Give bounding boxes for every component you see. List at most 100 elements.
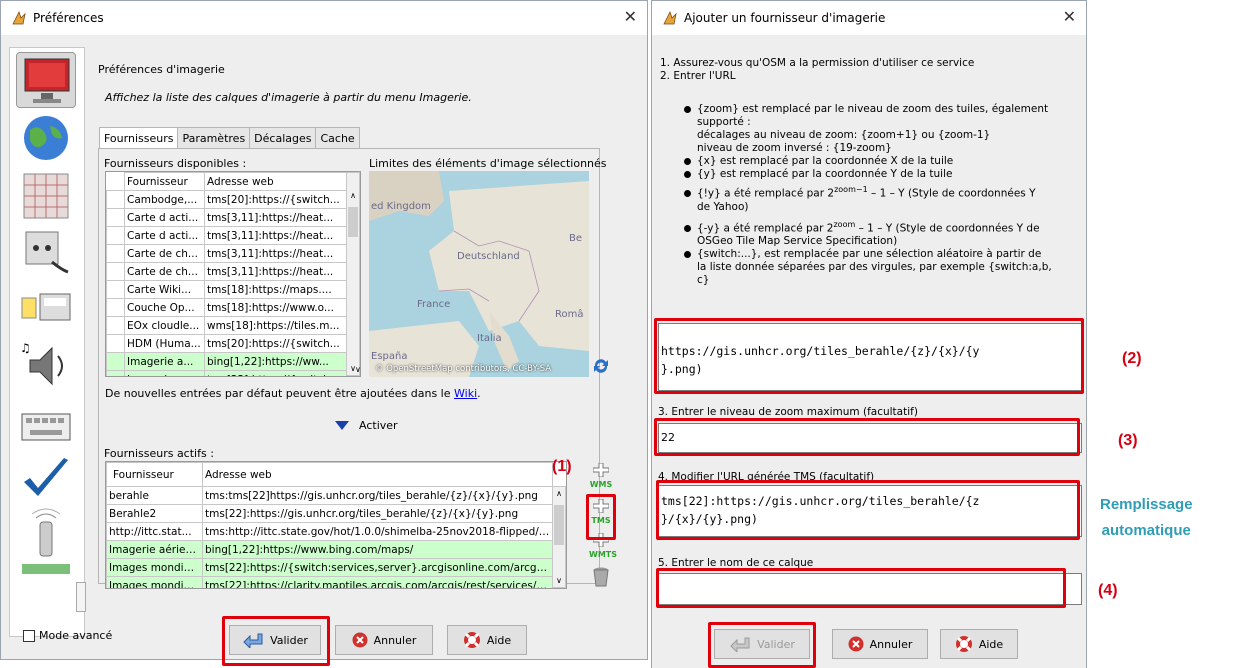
provider-url-cell[interactable]: bing[1,22]:https://ww...: [204, 352, 349, 371]
provider-url-cell[interactable]: tms[3,11]:https://heat...: [204, 262, 349, 281]
wiki-link[interactable]: Wiki: [454, 387, 477, 400]
provider-url-cell[interactable]: tms[3,11]:https://heat...: [204, 208, 349, 227]
help-button[interactable]: Aide: [447, 625, 527, 655]
josm-app-icon: [11, 10, 27, 26]
table-row[interactable]: Carte d acti... tms[3,11]:https://heat...: [106, 208, 349, 227]
provider-name-cell[interactable]: Carte de ch...: [124, 244, 205, 263]
tab-decalages[interactable]: Décalages: [249, 127, 317, 149]
table-row[interactable]: Images mondial... tms[22]:https://clarity…: [106, 576, 553, 588]
provider-name-cell[interactable]: HDM (Huma...: [124, 334, 205, 353]
provider-url-cell[interactable]: tms[22]:https://clarity.maptiles.arcgis.…: [202, 576, 553, 588]
table-row[interactable]: HDM (Huma... tms[20]:https://{switch...: [106, 334, 349, 353]
display-prefs-icon[interactable]: [16, 52, 76, 108]
close-icon[interactable]: ✕: [1063, 7, 1076, 26]
table-row[interactable]: Carte de ch... tms[3,11]:https://heat...: [106, 262, 349, 281]
table-row[interactable]: Cambodge,... tms[20]:https://{switch...: [106, 190, 349, 209]
provider-url-cell[interactable]: wms[18]:https://tiles.m...: [204, 316, 349, 335]
column-header[interactable]: Adresse web: [204, 172, 349, 191]
shortcuts-icon[interactable]: [16, 280, 76, 336]
map-attribution[interactable]: © OpenStreetMap contributors, CC-BY-SA: [375, 364, 551, 374]
svg-text:♫: ♫: [20, 341, 31, 355]
provider-url-cell[interactable]: tms[22]:https://gis.unhcr.org/tiles_bera…: [202, 504, 553, 523]
activate-button[interactable]: Activer: [335, 419, 398, 432]
table-row[interactable]: EOx cloudle... wms[18]:https://tiles.m...: [106, 316, 349, 335]
tab-fournisseurs[interactable]: Fournisseurs: [99, 127, 179, 149]
sidebar-scroll-spinner[interactable]: [76, 582, 86, 612]
annotation-box-dialog-ok: [708, 622, 816, 668]
provider-url-cell[interactable]: tms[18]:https://maps....: [204, 280, 349, 299]
provider-name-cell[interactable]: Berahle2: [106, 504, 203, 523]
cancel-button[interactable]: Annuler: [832, 629, 928, 659]
available-table-scrollbar[interactable]: ∧ ∨: [346, 172, 360, 376]
tab-cache[interactable]: Cache: [315, 127, 360, 149]
table-row[interactable]: Imagerie a... bing[1,22]:https://ww...: [106, 352, 349, 371]
provider-url-cell[interactable]: tms[18]:https://www.o...: [204, 298, 349, 317]
terrain-icon[interactable]: [16, 560, 76, 578]
tab-parametres[interactable]: Paramètres: [177, 127, 251, 149]
provider-name-cell[interactable]: Carte d acti...: [124, 208, 205, 227]
prefs-title: Préférences: [33, 11, 104, 25]
provider-name-cell[interactable]: Cambodge,...: [124, 190, 205, 209]
bullet-yahoo: {!y} a été remplacé par 2zoom−1 – 1 – Y …: [684, 183, 1084, 201]
provider-name-cell[interactable]: Images mondial...: [106, 558, 203, 577]
provider-name-cell[interactable]: Imagerie a...: [124, 352, 205, 371]
table-row[interactable]: Imagerie aérien... bing[1,22]:https://www…: [106, 540, 553, 559]
column-header[interactable]: Fournisseur: [106, 462, 203, 487]
provider-url-cell[interactable]: tms[20]:https://{switch...: [204, 334, 349, 353]
close-icon[interactable]: ✕: [624, 7, 637, 26]
add-wms-button[interactable]: WMS: [589, 462, 613, 493]
refresh-icon[interactable]: [592, 357, 610, 378]
table-row[interactable]: Carte Wiki... tms[18]:https://maps....: [106, 280, 349, 299]
table-row[interactable]: Couche Op... tms[18]:https://www.o...: [106, 298, 349, 317]
audio-icon[interactable]: ♫: [16, 338, 76, 394]
table-row[interactable]: berahle tms:tms[22]https://gis.unhcr.org/…: [106, 486, 553, 505]
provider-url-cell[interactable]: tms:http://ittc.state.gov/hot/1.0.0/shim…: [202, 522, 553, 541]
provider-name-cell[interactable]: EOx cloudle...: [124, 316, 205, 335]
checkbox-box[interactable]: [23, 629, 35, 642]
wiki-note: De nouvelles entrées par défaut peuvent …: [105, 387, 481, 400]
provider-name-cell[interactable]: Carte d acti...: [124, 226, 205, 245]
provider-name-cell[interactable]: Couche Op...: [124, 298, 205, 317]
plug-icon[interactable]: [16, 224, 76, 280]
provider-url-cell[interactable]: tms[22]:https://{switch...: [204, 370, 349, 376]
table-row[interactable]: Imagerie m...tms[22]:https://{switch...: [106, 370, 349, 376]
table-row[interactable]: Carte de ch... tms[3,11]:https://heat...: [106, 244, 349, 263]
remote-control-icon[interactable]: [16, 508, 76, 564]
cancel-button[interactable]: Annuler: [335, 625, 433, 655]
provider-name-cell[interactable]: Images mondial...: [106, 576, 203, 588]
provider-name-cell[interactable]: Imagerie m...: [124, 370, 205, 376]
bounds-map[interactable]: ed Kingdom Deutschland France Italia Esp…: [369, 171, 589, 377]
bullet-x: {x} est remplacé par la coordonnée X de …: [684, 155, 1084, 168]
active-table-scrollbar[interactable]: ∧ ∨: [552, 486, 566, 588]
column-header[interactable]: Fournisseur: [124, 172, 205, 191]
provider-url-cell[interactable]: tms[22]:https://{switch:services,server}…: [202, 558, 553, 577]
provider-url-cell[interactable]: bing[1,22]:https://www.bing.com/maps/: [202, 540, 553, 559]
help-button[interactable]: Aide: [940, 629, 1018, 659]
bullet-yahoo-cont: de Yahoo): [697, 200, 749, 213]
dialog-title: Ajouter un fournisseur d'imagerie: [684, 11, 886, 25]
advanced-mode-checkbox[interactable]: Mode avancé: [23, 629, 112, 642]
grid-map-icon[interactable]: [16, 168, 76, 224]
map-label: Italia: [477, 333, 502, 344]
provider-url-cell[interactable]: tms[20]:https://{switch...: [204, 190, 349, 209]
checkmark-icon[interactable]: [16, 452, 76, 508]
globe-icon[interactable]: [16, 110, 76, 166]
provider-name-cell[interactable]: http://ittc.stat...: [106, 522, 203, 541]
provider-url-cell[interactable]: tms[3,11]:https://heat...: [204, 226, 349, 245]
bounds-label: Limites des éléments d'image sélectionné…: [369, 157, 607, 170]
trash-icon[interactable]: [593, 567, 609, 590]
autofill-line-2: automatique: [1101, 522, 1191, 539]
provider-name-cell[interactable]: Carte de ch...: [124, 262, 205, 281]
provider-url-cell[interactable]: tms[3,11]:https://heat...: [204, 244, 349, 263]
table-row[interactable]: Carte d acti... tms[3,11]:https://heat...: [106, 226, 349, 245]
provider-name-cell[interactable]: Carte Wiki...: [124, 280, 205, 299]
map-scroll-down-icon[interactable]: ∨: [355, 365, 361, 374]
table-row[interactable]: Images mondial... tms[22]:https://{switch…: [106, 558, 553, 577]
table-row[interactable]: Berahle2 tms[22]:https://gis.unhcr.org/ti…: [106, 504, 553, 523]
column-header[interactable]: Adresse web: [202, 462, 553, 487]
provider-name-cell[interactable]: berahle: [106, 486, 203, 505]
provider-name-cell[interactable]: Imagerie aérien...: [106, 540, 203, 559]
table-row[interactable]: http://ittc.stat... tms:http://ittc.state…: [106, 522, 553, 541]
keyboard-icon[interactable]: [16, 396, 76, 452]
provider-url-cell[interactable]: tms:tms[22]https://gis.unhcr.org/tiles_b…: [202, 486, 553, 505]
